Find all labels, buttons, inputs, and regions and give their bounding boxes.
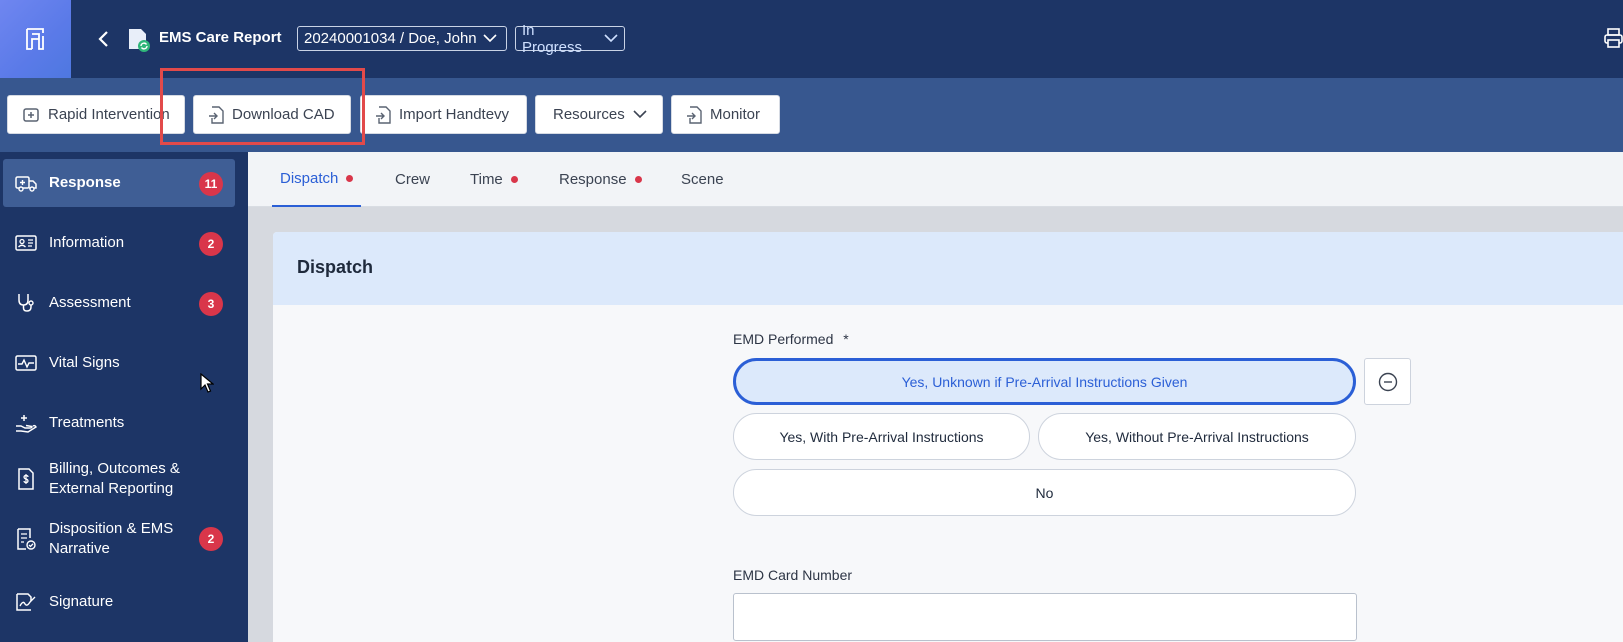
section-title: Dispatch: [297, 257, 374, 277]
sidebar-item-information[interactable]: Information 2: [3, 219, 235, 267]
monitor-label: Monitor: [710, 106, 761, 123]
emd-performed-label: EMD Performed *: [733, 331, 849, 347]
chevron-down-icon: [604, 34, 618, 43]
sidebar-item-label: Information: [49, 234, 125, 251]
report-title: EMS Care Report: [159, 29, 282, 46]
import-handtevy-button[interactable]: Import Handtevy: [360, 95, 527, 134]
sidebar-item-response[interactable]: Response 11: [3, 159, 235, 207]
resources-label: Resources: [553, 106, 625, 123]
billing-doc-icon: [15, 468, 37, 490]
sidebar-nav: Response 11 Information 2 Assessment 3 V…: [0, 152, 248, 642]
sidebar-item-billing-outcomes[interactable]: Billing, Outcomes & External Reporting: [3, 449, 235, 509]
incomplete-dot: [346, 175, 354, 182]
emd-option-yes-with[interactable]: Yes, With Pre-Arrival Instructions: [733, 413, 1030, 460]
option-label: Yes, Unknown if Pre-Arrival Instructions…: [901, 373, 1188, 390]
tab-label: Response: [559, 171, 627, 188]
sidebar-item-label: Billing, Outcomes & External Reporting: [49, 460, 180, 497]
sidebar-item-assessment[interactable]: Assessment 3: [3, 279, 235, 327]
pulse-icon: [15, 352, 37, 374]
download-cad-button[interactable]: Download CAD: [193, 95, 351, 134]
rapid-intervention-button[interactable]: Rapid Intervention: [7, 95, 185, 134]
sidebar-item-label: Disposition & EMS Narrative: [49, 520, 174, 557]
status-selector[interactable]: In Progress: [515, 22, 625, 56]
ambulance-icon: [15, 172, 37, 194]
sidebar-item-label: Vital Signs: [49, 354, 120, 371]
id-card-icon: [15, 232, 37, 254]
emd-card-number-input[interactable]: [733, 593, 1357, 641]
hand-medical-icon: [15, 412, 37, 434]
tab-label: Dispatch: [280, 170, 339, 187]
count-badge: 2: [199, 232, 223, 256]
emd-option-yes-unknown[interactable]: Yes, Unknown if Pre-Arrival Instructions…: [733, 358, 1356, 405]
tab-label: Time: [470, 171, 503, 188]
ambulance-icon: [23, 107, 39, 122]
file-import-icon: [209, 105, 224, 124]
chevron-left-icon: [98, 31, 108, 47]
incomplete-dot: [510, 176, 518, 183]
option-label: Yes, Without Pre-Arrival Instructions: [1085, 428, 1309, 445]
sidebar-item-label: Assessment: [49, 294, 131, 311]
sidebar-item-label: Signature: [49, 593, 114, 610]
checklist-icon: [15, 528, 37, 550]
section-tabs: Dispatch Crew Time Response Scene: [248, 152, 1623, 207]
rapid-intervention-label: Rapid Intervention: [48, 106, 170, 123]
chevron-down-icon: [633, 110, 647, 119]
chevron-down-icon: [483, 34, 497, 43]
count-badge: 2: [199, 527, 223, 551]
tab-dispatch[interactable]: Dispatch: [272, 152, 362, 207]
sidebar-item-label: Response: [49, 174, 121, 191]
emd-option-no[interactable]: No: [733, 469, 1356, 516]
patient-selector[interactable]: 20240001034 / Doe, John: [297, 26, 507, 51]
emd-card-number-label: EMD Card Number: [733, 567, 853, 583]
file-import-icon: [376, 105, 391, 124]
patient-selector-value: 20240001034 / Doe, John: [304, 30, 477, 47]
section-header: Dispatch: [273, 232, 1623, 305]
app-logo[interactable]: [0, 0, 71, 78]
option-label: No: [1035, 484, 1054, 501]
tab-label: Crew: [395, 171, 431, 188]
required-marker: *: [843, 331, 849, 347]
status-selector-value: In Progress: [522, 21, 583, 56]
signature-icon: [15, 591, 37, 613]
app-logo-icon: [25, 28, 44, 50]
download-cad-label: Download CAD: [232, 106, 335, 123]
tab-response[interactable]: Response: [559, 152, 642, 207]
tab-scene[interactable]: Scene: [681, 152, 724, 207]
tab-label: Scene: [681, 171, 724, 188]
tab-crew[interactable]: Crew: [395, 152, 430, 207]
top-header: EMS Care Report 20240001034 / Doe, John …: [0, 0, 1623, 78]
import-handtevy-label: Import Handtevy: [399, 106, 510, 123]
sidebar-item-label: Treatments: [49, 414, 125, 431]
monitor-button[interactable]: Monitor: [671, 95, 780, 134]
count-badge: 3: [199, 292, 223, 316]
sidebar-item-signature[interactable]: Signature: [3, 578, 235, 626]
stethoscope-icon: [15, 292, 37, 314]
mouse-pointer-icon: [200, 373, 214, 393]
count-badge: 11: [199, 172, 223, 196]
emd-performed-label-text: EMD Performed: [733, 331, 834, 347]
tab-time[interactable]: Time: [470, 152, 518, 207]
print-icon[interactable]: [1604, 28, 1623, 48]
incomplete-dot: [634, 176, 642, 183]
sidebar-item-treatments[interactable]: Treatments: [3, 399, 235, 447]
sidebar-item-disposition-narrative[interactable]: Disposition & EMS Narrative 2: [3, 509, 235, 569]
option-label: Yes, With Pre-Arrival Instructions: [779, 428, 984, 445]
minus-circle-icon: [1378, 372, 1397, 391]
emd-option-yes-without[interactable]: Yes, Without Pre-Arrival Instructions: [1038, 413, 1356, 460]
clear-selection-button[interactable]: [1364, 358, 1411, 405]
report-sync-icon: [129, 29, 150, 52]
file-import-icon: [687, 105, 702, 124]
back-button[interactable]: [92, 26, 114, 52]
resources-button[interactable]: Resources: [535, 95, 663, 134]
